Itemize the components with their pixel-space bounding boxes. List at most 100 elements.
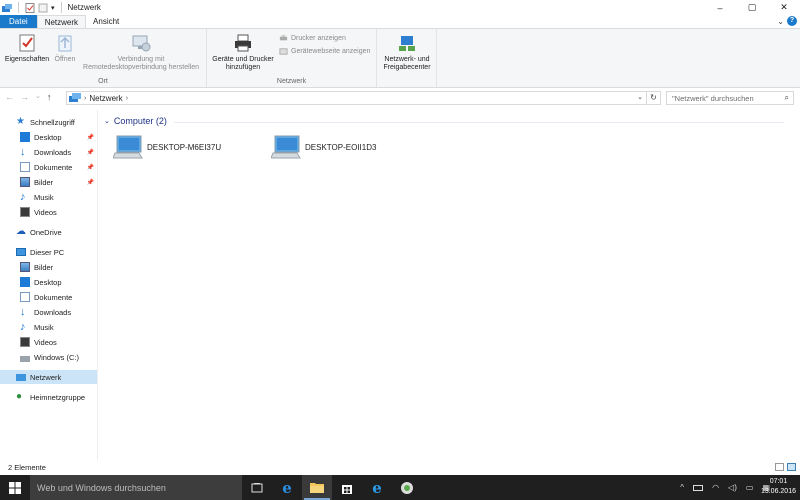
nav-pc-documents[interactable]: Dokumente: [0, 290, 97, 304]
up-button[interactable]: ↑: [47, 92, 52, 102]
nav-pc-videos[interactable]: Videos: [0, 335, 97, 349]
group-header-computer[interactable]: ⌄ Computer (2): [104, 116, 167, 126]
pictures-icon: [20, 177, 30, 187]
help-icon[interactable]: ?: [787, 16, 797, 26]
battery-icon[interactable]: [693, 484, 704, 491]
details-view-icon[interactable]: [775, 463, 784, 471]
nav-this-pc[interactable]: Dieser PC: [0, 245, 97, 259]
taskbar-file-explorer[interactable]: [302, 475, 332, 500]
taskbar-app[interactable]: [392, 475, 422, 500]
remote-desktop-label-1: Verbindung mit: [117, 56, 165, 63]
network-folder-icon[interactable]: [2, 3, 12, 13]
view-toggle: [775, 463, 796, 471]
nav-pc-music[interactable]: ♪ Musik: [0, 320, 97, 334]
music-note-icon: ♪: [20, 191, 26, 203]
documents-icon: [20, 292, 30, 302]
nav-pc-drive-c[interactable]: Windows (C:): [0, 350, 97, 364]
open-button[interactable]: Öffnen: [50, 33, 80, 64]
navigation-buttons: ← → ⌄ ↑: [5, 92, 51, 102]
ribbon-tabs: Datei Netzwerk Ansicht ⌄ ?: [0, 15, 800, 28]
action-center-icon[interactable]: ▭: [746, 483, 754, 492]
nav-pc-drive-c-label: Windows (C:): [34, 352, 80, 362]
qat-separator-2: [60, 2, 62, 13]
device-webpage-button[interactable]: Gerätewebseite anzeigen: [279, 47, 370, 56]
collapse-chevron-icon[interactable]: ⌄: [104, 117, 110, 125]
computer-item[interactable]: DESKTOP-M6EI37U: [113, 134, 221, 160]
minimize-button[interactable]: –: [704, 0, 736, 15]
nav-quick-access[interactable]: ★ Schnellzugriff: [0, 115, 97, 129]
volume-icon[interactable]: ◁): [728, 483, 737, 492]
computer-item[interactable]: DESKTOP-EOII1D3: [271, 134, 376, 160]
task-view-button[interactable]: [242, 475, 272, 500]
nav-quick-documents[interactable]: Dokumente 📌: [0, 160, 97, 174]
nav-quick-pictures[interactable]: Bilder 📌: [0, 175, 97, 189]
nav-pc-pictures[interactable]: Bilder: [0, 260, 97, 274]
ribbon-collapse-icon[interactable]: ⌄: [777, 17, 784, 26]
close-button[interactable]: ✕: [768, 0, 800, 15]
refresh-button[interactable]: ↻: [647, 91, 661, 105]
nav-quick-desktop[interactable]: Desktop 📌: [0, 130, 97, 144]
network-center-button[interactable]: Netzwerk- und Freigabecenter: [380, 33, 434, 72]
ribbon: Eigenschaften Öffnen Verbindung mit Remo…: [0, 28, 800, 88]
start-button[interactable]: [0, 475, 30, 500]
taskbar-search-input[interactable]: Web und Windows durchsuchen: [30, 475, 242, 500]
address-dropdown-icon[interactable]: ⌄: [637, 93, 643, 101]
window-title: Netzwerk: [67, 3, 101, 12]
address-bar[interactable]: › Netzwerk › ⌄: [66, 91, 647, 105]
computer-name: DESKTOP-EOII1D3: [305, 142, 377, 152]
nav-pc-music-label: Musik: [34, 322, 54, 332]
computer-name: DESKTOP-M6EI37U: [147, 142, 222, 152]
open-icon: [58, 35, 72, 52]
nav-onedrive[interactable]: ☁ OneDrive: [0, 225, 97, 239]
nav-pc-pictures-label: Bilder: [34, 262, 54, 272]
nav-pc-desktop[interactable]: Desktop: [0, 275, 97, 289]
download-arrow-icon: ↓: [20, 306, 26, 318]
desktop-icon: [20, 277, 30, 287]
address-separator-2[interactable]: ›: [126, 95, 128, 102]
pin-icon[interactable]: 📌: [87, 149, 94, 156]
quick-access-toolbar: ▾: [0, 2, 65, 13]
pin-icon[interactable]: 📌: [87, 179, 94, 186]
tab-file[interactable]: Datei: [0, 15, 37, 28]
nav-quick-music[interactable]: ♪ Musik: [0, 190, 97, 204]
search-icon[interactable]: ⌕: [785, 93, 789, 103]
large-icons-view-icon[interactable]: [787, 463, 796, 471]
nav-pc-downloads[interactable]: ↓ Downloads: [0, 305, 97, 319]
pin-icon[interactable]: 📌: [87, 164, 94, 171]
nav-quick-downloads[interactable]: ↓ Downloads 📌: [0, 145, 97, 159]
taskbar-search-placeholder: Web und Windows durchsuchen: [37, 482, 166, 493]
network-center-icon: [399, 36, 415, 51]
forward-button[interactable]: →: [20, 92, 29, 102]
device-webpage-icon: [279, 48, 288, 55]
taskbar-store[interactable]: [332, 475, 362, 500]
address-crumb-network[interactable]: Netzwerk: [89, 94, 122, 103]
tab-view[interactable]: Ansicht: [86, 15, 126, 28]
back-button[interactable]: ←: [5, 92, 14, 102]
taskbar-internet-explorer[interactable]: e: [362, 475, 392, 500]
tray-overflow-chevron-icon[interactable]: ^: [680, 483, 684, 492]
new-folder-qat-icon[interactable]: [38, 3, 48, 13]
qat-dropdown-icon[interactable]: ▾: [51, 4, 55, 12]
pin-icon[interactable]: 📌: [87, 134, 94, 141]
recent-locations-button[interactable]: ⌄: [35, 92, 41, 102]
add-devices-label-1: Geräte und Drucker: [212, 56, 274, 63]
tab-network[interactable]: Netzwerk: [36, 15, 87, 28]
nav-quick-videos[interactable]: Videos: [0, 205, 97, 219]
remote-desktop-button[interactable]: Verbindung mit Remotedesktopverbindung h…: [78, 33, 204, 72]
add-devices-button[interactable]: Geräte und Drucker hinzufügen: [209, 33, 277, 72]
nav-homegroup[interactable]: ● Heimnetzgruppe: [0, 390, 97, 404]
nav-network[interactable]: Netzwerk: [0, 370, 97, 384]
taskbar: Web und Windows durchsuchen e e ^ ◠ ◁) ▭…: [0, 475, 800, 500]
search-input[interactable]: "Netzwerk" durchsuchen ⌕: [666, 91, 794, 105]
maximize-button[interactable]: ▢: [736, 0, 768, 15]
properties-qat-icon[interactable]: [25, 2, 35, 13]
wifi-icon[interactable]: ◠: [712, 483, 719, 492]
show-printers-button[interactable]: Drucker anzeigen: [279, 34, 346, 43]
nav-this-pc-label: Dieser PC: [30, 247, 65, 257]
properties-button[interactable]: Eigenschaften: [4, 33, 50, 64]
videos-icon: [20, 207, 30, 217]
taskbar-edge[interactable]: e: [272, 475, 302, 500]
taskbar-clock[interactable]: 07:01 13.06.2016: [761, 477, 796, 497]
ribbon-group-label-location: Ort: [98, 78, 108, 85]
nav-homegroup-label: Heimnetzgruppe: [30, 392, 86, 402]
